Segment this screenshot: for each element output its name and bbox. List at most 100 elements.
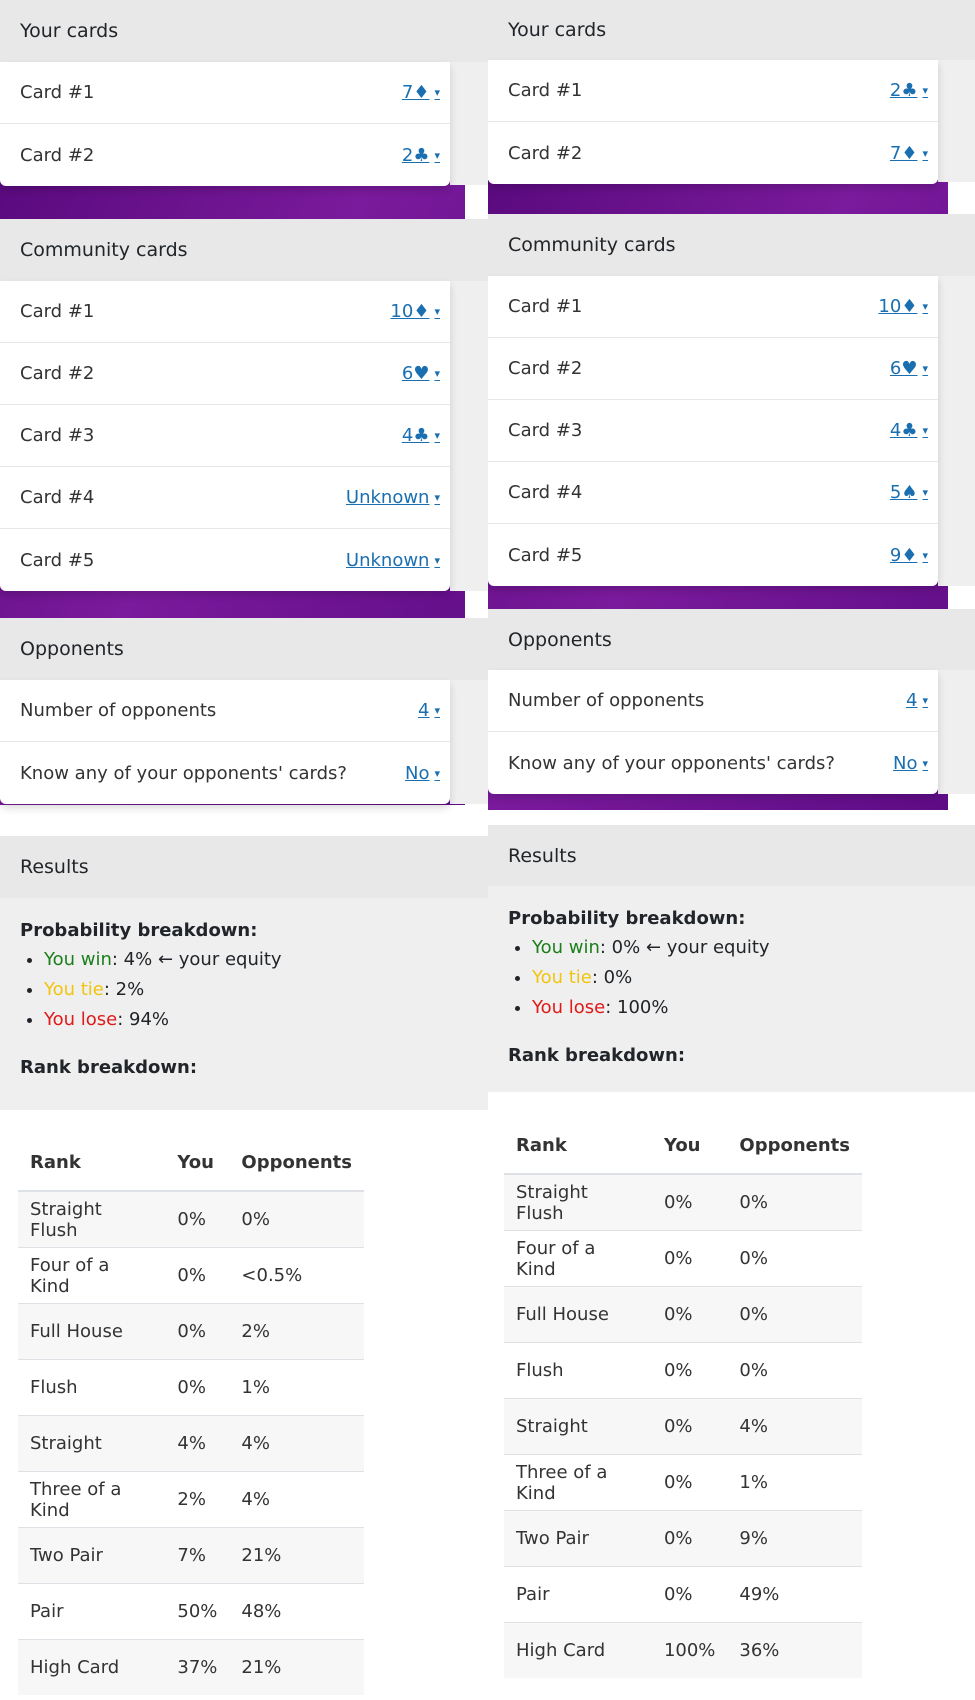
table-row: High Card 100% 36% xyxy=(504,1622,862,1678)
community-card-row: Card #2 6♥ ▾ xyxy=(0,343,450,405)
your-cards-header: Your cards xyxy=(0,0,488,62)
opponents-cell: 21% xyxy=(229,1639,364,1695)
card-select[interactable]: Unknown ▾ xyxy=(346,550,440,571)
card-select[interactable]: 9♦ ▾ xyxy=(890,545,928,566)
caret-down-icon: ▾ xyxy=(434,553,440,567)
table-row: Four of a Kind 0% 0% xyxy=(504,1230,862,1287)
you-cell: 0% xyxy=(165,1359,230,1416)
column-header: Rank xyxy=(18,1134,166,1192)
rank-cell: Three of a Kind xyxy=(504,1454,652,1511)
community-cards-header: Community cards xyxy=(488,214,975,276)
opponents-cell: 36% xyxy=(727,1622,862,1678)
card-select[interactable]: 7♦ ▾ xyxy=(402,82,440,103)
opponents-cell: 0% xyxy=(229,1190,364,1248)
you-cell: 0% xyxy=(651,1510,728,1567)
caret-down-icon: ▾ xyxy=(434,704,440,717)
community-card-row: Card #4 Unknown ▾ xyxy=(0,467,450,529)
card-select[interactable]: 5♠ ▾ xyxy=(890,482,928,503)
hole-card-row: Card #1 2♣ ▾ xyxy=(488,60,938,122)
caret-down-icon: ▾ xyxy=(922,362,928,375)
community-card-row: Card #3 4♣ ▾ xyxy=(0,405,450,467)
rank-breakdown-table: Rank You Opponents Straight Flush 0% 0% Fou… xyxy=(504,1117,862,1678)
probability-list: You win: 4% ← your equity You tie: 2% Yo… xyxy=(20,945,468,1035)
card-select[interactable]: Unknown ▾ xyxy=(346,487,440,508)
community-card-row: Card #5 9♦ ▾ xyxy=(508,544,928,566)
table-row: Four of a Kind 0% <0.5% xyxy=(18,1247,364,1304)
rank-cell: Three of a Kind xyxy=(18,1471,166,1528)
community-card-row: Card #1 10♦ ▾ xyxy=(488,276,938,338)
card-select[interactable]: 4♣ ▾ xyxy=(402,425,440,446)
you-cell: 0% xyxy=(651,1566,728,1623)
opponents-cell: 4% xyxy=(727,1398,862,1455)
opponents-list: Number of opponents 4 ▾ Know any of your o… xyxy=(0,680,450,804)
left-calculator-panel: Your cards Card #1 7♦ ▾ Card #2 2♣ ▾ Commu… xyxy=(0,0,488,1700)
opponents-cell: 1% xyxy=(727,1454,862,1511)
card-select[interactable]: 4♣ ▾ xyxy=(890,420,928,441)
rank-cell: Straight xyxy=(504,1398,652,1455)
you-cell: 0% xyxy=(651,1286,728,1343)
card-select[interactable]: 7♦ ▾ xyxy=(890,143,928,164)
rank-cell: High Card xyxy=(504,1622,652,1678)
you-cell: 0% xyxy=(651,1173,728,1231)
opponents-cell: <0.5% xyxy=(229,1247,364,1304)
community-cards-header: Community cards xyxy=(0,219,488,281)
opponent-count-select[interactable]: 4 ▾ xyxy=(906,690,928,711)
opponents-cell: 21% xyxy=(229,1527,364,1584)
community-card-row: Card #1 10♦ ▾ xyxy=(0,281,450,343)
card-select[interactable]: 2♣ ▾ xyxy=(890,80,928,101)
know-opponent-cards-select[interactable]: No ▾ xyxy=(893,753,928,774)
table-header-row: Rank You Opponents xyxy=(504,1117,862,1175)
caret-down-icon: ▾ xyxy=(434,491,440,504)
table-row: Full House 0% 0% xyxy=(504,1286,862,1343)
table-row: High Card 37% 21% xyxy=(18,1639,364,1695)
table-row: Pair 50% 48% xyxy=(18,1583,364,1640)
you-cell: 0% xyxy=(651,1454,728,1511)
probability-list: You win: 0% ← your equity You tie: 0% Yo… xyxy=(508,933,955,1023)
opponents-cell: 2% xyxy=(229,1303,364,1360)
column-header: You xyxy=(165,1134,230,1192)
you-cell: 0% xyxy=(165,1190,230,1248)
rank-cell: Pair xyxy=(18,1583,166,1640)
table-header-row: Rank You Opponents xyxy=(18,1134,364,1192)
rank-cell: Flush xyxy=(18,1359,166,1416)
opponent-count-row: Number of opponents 4 ▾ xyxy=(0,680,450,742)
your-cards-header: Your cards xyxy=(488,0,975,60)
community-card-row: Card #4 5♠ ▾ xyxy=(488,462,938,524)
caret-down-icon: ▾ xyxy=(434,367,440,380)
tie-probability: You tie: 2% xyxy=(44,975,468,1005)
card-select[interactable]: 10♦ ▾ xyxy=(390,301,440,322)
opponents-cell: 0% xyxy=(727,1342,862,1399)
opponents-cell: 0% xyxy=(727,1230,862,1287)
opponent-count-select[interactable]: 4 ▾ xyxy=(418,700,440,721)
table-row: Straight Flush 0% 0% xyxy=(18,1190,364,1248)
you-cell: 100% xyxy=(651,1622,728,1678)
caret-down-icon: ▾ xyxy=(922,548,928,562)
caret-down-icon: ▾ xyxy=(922,424,928,437)
probability-breakdown-label: Probability breakdown: xyxy=(20,920,258,941)
rank-cell: Flush xyxy=(504,1342,652,1399)
card-select[interactable]: 10♦ ▾ xyxy=(878,296,928,317)
card-select[interactable]: 2♣ ▾ xyxy=(402,145,440,166)
right-calculator-panel: Your cards Card #1 2♣ ▾ Card #2 7♦ ▾ Communi… xyxy=(488,0,975,1700)
you-cell: 0% xyxy=(651,1398,728,1455)
table-row: Flush 0% 1% xyxy=(18,1359,364,1416)
know-opponent-cards-select[interactable]: No ▾ xyxy=(405,763,440,784)
tie-probability: You tie: 0% xyxy=(532,963,955,993)
you-cell: 2% xyxy=(165,1471,230,1528)
rank-cell: Two Pair xyxy=(18,1527,166,1584)
opponents-header: Opponents xyxy=(488,609,975,670)
column-header: Rank xyxy=(504,1117,652,1175)
opponents-cell: 49% xyxy=(727,1566,862,1623)
your-cards-list: Card #1 2♣ ▾ Card #2 7♦ ▾ xyxy=(488,60,938,184)
win-probability: You win: 4% ← your equity xyxy=(44,945,468,975)
hole-card-row: Card #2 7♦ ▾ xyxy=(508,142,928,164)
rank-cell: Two Pair xyxy=(504,1510,652,1567)
card-select[interactable]: 6♥ ▾ xyxy=(402,363,440,384)
rank-cell: Straight xyxy=(18,1415,166,1472)
opponents-cell: 48% xyxy=(229,1583,364,1640)
results-summary: Probability breakdown: You win: 4% ← you… xyxy=(0,898,488,1110)
caret-down-icon: ▾ xyxy=(434,429,440,442)
card-select[interactable]: 6♥ ▾ xyxy=(890,358,928,379)
community-card-row: Card #3 4♣ ▾ xyxy=(488,400,938,462)
opponent-count-row: Number of opponents 4 ▾ xyxy=(488,670,938,732)
